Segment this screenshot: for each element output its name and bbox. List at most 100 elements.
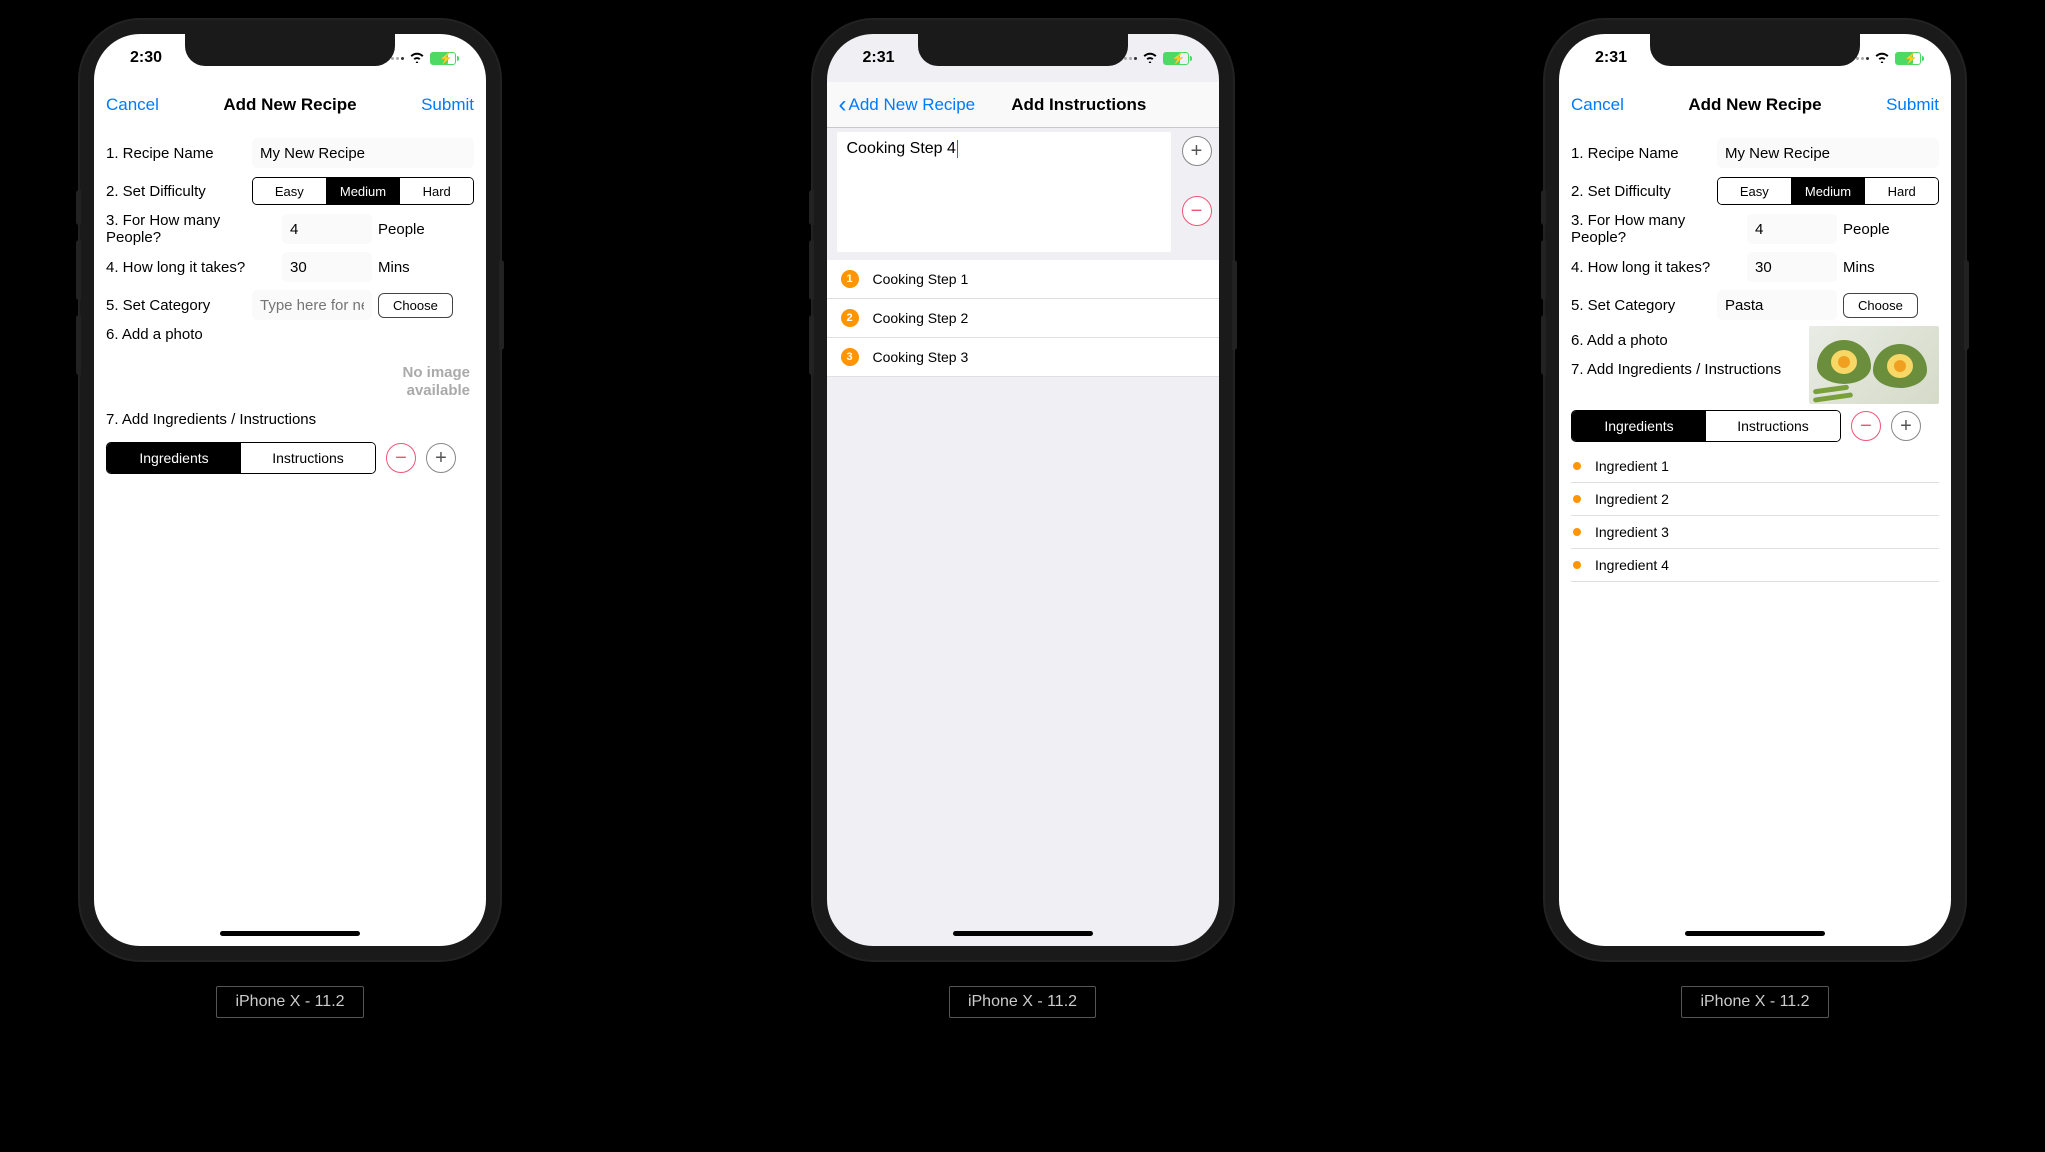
tab-ingredients[interactable]: Ingredients [107, 443, 241, 473]
people-input[interactable] [1747, 214, 1837, 244]
step-row[interactable]: 3 Cooking Step 3 [827, 338, 1219, 377]
status-time: 2:30 [130, 49, 162, 67]
wifi-icon [1142, 50, 1158, 66]
battery-icon: ⚡ [430, 52, 456, 65]
step-label: Cooking Step 1 [873, 271, 969, 287]
category-label: 5. Set Category [1571, 297, 1711, 314]
choose-category-button[interactable]: Choose [378, 293, 453, 318]
nav-bar: Cancel Add New Recipe Submit [1559, 82, 1951, 128]
bullet-icon [1573, 561, 1581, 569]
bullet-icon [1573, 528, 1581, 536]
step-row[interactable]: 2 Cooking Step 2 [827, 299, 1219, 338]
wifi-icon [409, 50, 425, 66]
no-image-placeholder: No imageavailable [106, 364, 474, 400]
ingredient-label: Ingredient 4 [1595, 557, 1669, 573]
add-item-button[interactable]: + [1891, 411, 1921, 441]
step-number-icon: 1 [841, 270, 859, 288]
add-step-button[interactable]: + [1182, 136, 1212, 166]
time-suffix: Mins [378, 259, 434, 276]
ingredient-row[interactable]: Ingredient 2 [1571, 483, 1939, 516]
time-label: 4. How long it takes? [1571, 259, 1741, 276]
home-indicator[interactable] [953, 931, 1093, 936]
status-time: 2:31 [1595, 49, 1627, 67]
battery-icon: ⚡ [1895, 52, 1921, 65]
tab-instructions[interactable]: Instructions [1706, 411, 1840, 441]
people-label: 3. For How many People? [1571, 212, 1741, 246]
instruction-textarea[interactable]: Cooking Step 4 [837, 132, 1171, 252]
recipe-name-input[interactable] [252, 138, 474, 168]
recipe-photo-thumbnail[interactable] [1809, 326, 1939, 404]
device-label: iPhone X - 11.2 [949, 986, 1096, 1018]
ingredient-label: Ingredient 2 [1595, 491, 1669, 507]
ingredient-label: Ingredient 1 [1595, 458, 1669, 474]
remove-item-button[interactable]: − [386, 443, 416, 473]
difficulty-easy[interactable]: Easy [1718, 178, 1792, 204]
battery-icon: ⚡ [1163, 52, 1189, 65]
wifi-icon [1874, 50, 1890, 66]
nav-title: Add Instructions [1011, 95, 1146, 115]
tab-ingredients[interactable]: Ingredients [1572, 411, 1706, 441]
nav-bar: ‹ Add New Recipe Add Instructions [827, 82, 1219, 128]
device-label: iPhone X - 11.2 [216, 986, 363, 1018]
iphone-device-2: 2:31 ⚡ ‹ Add New Recipe Add Instructions… [813, 20, 1233, 960]
difficulty-easy[interactable]: Easy [253, 178, 327, 204]
step-label: Cooking Step 3 [873, 349, 969, 365]
ingredient-label: Ingredient 3 [1595, 524, 1669, 540]
bullet-icon [1573, 495, 1581, 503]
step-number-icon: 3 [841, 348, 859, 366]
cancel-button[interactable]: Cancel [1571, 95, 1631, 115]
status-time: 2:31 [863, 49, 895, 67]
step-row[interactable]: 1 Cooking Step 1 [827, 260, 1219, 299]
photo-label: 6. Add a photo [1571, 332, 1668, 349]
choose-category-button[interactable]: Choose [1843, 293, 1918, 318]
iphone-device-3: 2:31 ⚡ Cancel Add New Recipe Submit 1. R… [1545, 20, 1965, 960]
difficulty-medium[interactable]: Medium [1792, 178, 1866, 204]
home-indicator[interactable] [1685, 931, 1825, 936]
difficulty-label: 2. Set Difficulty [106, 183, 246, 200]
remove-item-button[interactable]: − [1851, 411, 1881, 441]
tab-instructions[interactable]: Instructions [241, 443, 375, 473]
difficulty-medium[interactable]: Medium [327, 178, 401, 204]
time-suffix: Mins [1843, 259, 1899, 276]
step-number-icon: 2 [841, 309, 859, 327]
cancel-button[interactable]: Cancel [106, 95, 166, 115]
people-label: 3. For How many People? [106, 212, 276, 246]
ingredients-instructions-tabs[interactable]: Ingredients Instructions [106, 442, 376, 474]
time-label: 4. How long it takes? [106, 259, 276, 276]
difficulty-segmented[interactable]: Easy Medium Hard [252, 177, 474, 205]
iphone-device-1: 2:30 ⚡ Cancel Add New Recipe Submit 1. R… [80, 20, 500, 960]
remove-step-button[interactable]: − [1182, 196, 1212, 226]
ingredients-instructions-tabs[interactable]: Ingredients Instructions [1571, 410, 1841, 442]
chevron-left-icon: ‹ [839, 93, 847, 117]
ingredients-instructions-label: 7. Add Ingredients / Instructions [1571, 361, 1781, 378]
home-indicator[interactable] [220, 931, 360, 936]
nav-bar: Cancel Add New Recipe Submit [94, 82, 486, 128]
category-input[interactable] [252, 290, 372, 320]
difficulty-hard[interactable]: Hard [400, 178, 473, 204]
difficulty-hard[interactable]: Hard [1865, 178, 1938, 204]
people-suffix: People [378, 221, 434, 238]
nav-title: Add New Recipe [1631, 95, 1879, 115]
time-input[interactable] [282, 252, 372, 282]
ingredient-row[interactable]: Ingredient 1 [1571, 450, 1939, 483]
category-input[interactable] [1717, 290, 1837, 320]
add-item-button[interactable]: + [426, 443, 456, 473]
people-suffix: People [1843, 221, 1899, 238]
submit-button[interactable]: Submit [1879, 95, 1939, 115]
device-label: iPhone X - 11.2 [1681, 986, 1828, 1018]
ingredients-instructions-label: 7. Add Ingredients / Instructions [106, 411, 316, 428]
ingredient-row[interactable]: Ingredient 3 [1571, 516, 1939, 549]
back-button[interactable]: ‹ Add New Recipe [839, 93, 976, 117]
recipe-name-input[interactable] [1717, 138, 1939, 168]
step-label: Cooking Step 2 [873, 310, 969, 326]
time-input[interactable] [1747, 252, 1837, 282]
nav-title: Add New Recipe [166, 95, 414, 115]
ingredient-row[interactable]: Ingredient 4 [1571, 549, 1939, 582]
submit-button[interactable]: Submit [414, 95, 474, 115]
category-label: 5. Set Category [106, 297, 246, 314]
difficulty-segmented[interactable]: Easy Medium Hard [1717, 177, 1939, 205]
photo-label: 6. Add a photo [106, 326, 246, 343]
people-input[interactable] [282, 214, 372, 244]
bullet-icon [1573, 462, 1581, 470]
difficulty-label: 2. Set Difficulty [1571, 183, 1711, 200]
